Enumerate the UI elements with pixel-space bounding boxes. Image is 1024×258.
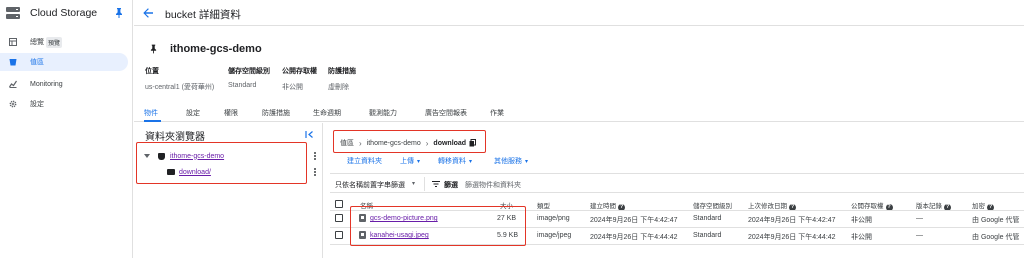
highlight-box-file-list xyxy=(350,206,526,246)
column-header-label: 版本記錄 xyxy=(916,203,942,210)
filter-input[interactable]: 篩選物件和資料夾 xyxy=(465,180,521,190)
sidebar-item-label: 值區 xyxy=(30,59,44,66)
tab-inventory-reports[interactable]: 廣告空間報表 xyxy=(425,108,467,118)
upload-button[interactable]: 上傳 ▾ xyxy=(400,156,420,166)
file-created: 2024年9月26日 下午4:44:42 xyxy=(590,234,678,241)
tab-configuration[interactable]: 設定 xyxy=(186,108,200,118)
file-created: 2024年9月26日 下午4:42:47 xyxy=(590,217,678,224)
column-header-label: 加密 xyxy=(972,203,985,210)
collapse-panel-icon[interactable] xyxy=(305,130,314,139)
caret-down-icon: ▾ xyxy=(417,159,421,165)
property-value: us-central1 (愛荷華州) xyxy=(145,84,215,91)
row-checkbox[interactable] xyxy=(335,214,343,222)
filter-label: 篩選 xyxy=(444,182,458,189)
tab-protection[interactable]: 防護措施 xyxy=(262,108,290,118)
sidebar-item-label: 總覽 xyxy=(30,39,44,46)
file-version: — xyxy=(916,215,923,222)
property-public-access: 公開存取權 非公開 xyxy=(282,66,317,92)
caret-down-icon: ▾ xyxy=(412,181,416,187)
sidebar-item-buckets[interactable]: 值區 xyxy=(0,53,128,71)
kebab-menu-icon[interactable] xyxy=(314,168,317,177)
monitoring-icon xyxy=(9,80,17,88)
file-modified: 2024年9月26日 下午4:44:42 xyxy=(748,234,836,241)
sidebar-item-label: Monitoring xyxy=(30,80,63,88)
create-folder-button[interactable]: 建立資料夾 xyxy=(347,156,382,166)
action-label: 其他服務 xyxy=(494,158,522,165)
page-title: bucket 詳細資料 xyxy=(165,9,241,21)
caret-down-icon: ▾ xyxy=(525,159,529,165)
overview-icon xyxy=(9,38,17,46)
tab-lifecycle[interactable]: 生命週期 xyxy=(313,108,341,118)
file-encryption: 由 Google 代管 xyxy=(972,217,1020,224)
sidebar-item-monitoring[interactable]: Monitoring xyxy=(0,75,133,93)
file-type: image/png xyxy=(537,215,570,222)
divider xyxy=(424,177,425,191)
filter-bar: 只依名稱前置字串篩選 ▾ 篩選 篩選物件和資料夾 xyxy=(330,173,1024,193)
filter-mode-select[interactable]: 只依名稱前置字串篩選 xyxy=(335,180,405,190)
kebab-menu-icon[interactable] xyxy=(314,152,317,161)
other-services-button[interactable]: 其他服務 ▾ xyxy=(494,156,528,166)
panel-divider xyxy=(322,123,323,258)
sidebar-item-overview[interactable]: 總覽 預覽 xyxy=(0,33,133,51)
property-key: 防護措施 xyxy=(328,68,356,75)
back-arrow-icon[interactable] xyxy=(142,7,154,19)
select-all-checkbox[interactable] xyxy=(335,200,343,208)
property-key: 位置 xyxy=(145,68,159,75)
bucket-icon xyxy=(9,59,17,66)
active-tab-indicator xyxy=(144,120,161,122)
transfer-data-button[interactable]: 轉移資料 ▾ xyxy=(438,156,472,166)
column-header-label: 建立時間 xyxy=(590,203,616,210)
sidenav-header: Cloud Storage xyxy=(0,0,133,26)
caret-down-icon: ▾ xyxy=(469,159,473,165)
property-storage-class: 儲存空間級別 Standard xyxy=(228,66,270,89)
filter-icon xyxy=(432,181,440,187)
sidebar-item-settings[interactable]: 設定 xyxy=(0,95,133,113)
column-header-label: 上次修改日期 xyxy=(748,203,787,210)
file-storage-class: Standard xyxy=(693,215,722,222)
settings-gear-icon xyxy=(9,100,17,108)
file-storage-class: Standard xyxy=(693,232,722,239)
file-encryption: 由 Google 代管 xyxy=(972,234,1020,241)
highlight-box-breadcrumb xyxy=(333,130,486,153)
property-key: 儲存空間級別 xyxy=(228,68,270,75)
column-header-storage-class[interactable]: 儲存空間級別 xyxy=(693,200,732,210)
tab-objects[interactable]: 物件 xyxy=(144,108,158,118)
property-key: 公開存取權 xyxy=(282,68,317,75)
preview-badge: 預覽 xyxy=(46,37,63,48)
tab-bar: 物件 設定 權限 防護措施 生命週期 觀測能力 廣告空間報表 作業 xyxy=(134,104,1024,122)
property-value: 虛刪除 xyxy=(328,84,349,91)
file-type: image/jpeg xyxy=(537,232,572,239)
sidebar-item-label: 設定 xyxy=(30,101,44,108)
property-location: 位置 us-central1 (愛荷華州) xyxy=(145,66,214,92)
file-modified: 2024年9月26日 下午4:42:47 xyxy=(748,217,836,224)
folder-browser-title: 資料夾瀏覽器 xyxy=(145,132,205,143)
row-checkbox[interactable] xyxy=(335,231,343,239)
tab-observability[interactable]: 觀測能力 xyxy=(369,108,397,118)
top-bar: bucket 詳細資料 xyxy=(134,0,1024,26)
column-header-type[interactable]: 類型 xyxy=(537,200,550,210)
column-header-label: 公開存取權 xyxy=(851,203,884,210)
side-navigation: Cloud Storage 總覽 預覽 值區 Monitoring 設定 xyxy=(0,0,133,258)
property-protection: 防護措施 虛刪除 xyxy=(328,66,356,92)
file-version: — xyxy=(916,232,923,239)
action-label: 轉移資料 xyxy=(438,158,466,165)
action-label: 上傳 xyxy=(400,158,414,165)
property-value: 非公開 xyxy=(282,84,303,91)
highlight-box-folder-tree xyxy=(136,142,307,184)
tab-permissions[interactable]: 權限 xyxy=(224,108,238,118)
file-public-access: 非公開 xyxy=(851,217,872,224)
action-label: 建立資料夾 xyxy=(347,158,382,165)
bucket-name: ithome-gcs-demo xyxy=(170,43,262,55)
file-public-access: 非公開 xyxy=(851,234,872,241)
tab-operations[interactable]: 作業 xyxy=(490,108,504,118)
pin-icon xyxy=(150,44,157,54)
property-value: Standard xyxy=(228,82,257,89)
storage-logo-icon xyxy=(6,7,20,19)
pin-icon[interactable] xyxy=(115,8,123,18)
product-title: Cloud Storage xyxy=(30,7,98,19)
